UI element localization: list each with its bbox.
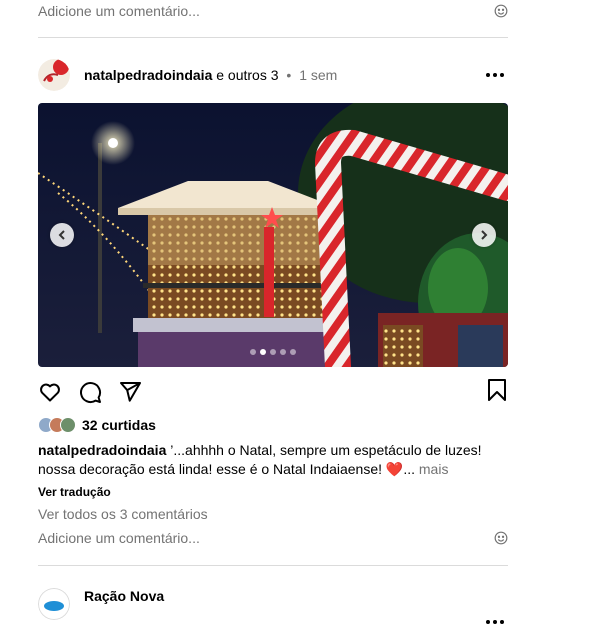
emoji-icon[interactable] xyxy=(494,531,508,545)
post-photo xyxy=(38,103,508,367)
carousel-dot xyxy=(290,349,296,355)
carousel-prev-button[interactable] xyxy=(50,223,74,247)
carousel-dots xyxy=(38,349,508,355)
caption-more-link[interactable]: mais xyxy=(419,461,449,477)
comment-icon[interactable] xyxy=(78,380,102,404)
comment-input[interactable]: Adicione um comentário... xyxy=(38,530,200,546)
carousel-dot xyxy=(260,349,266,355)
more-options-icon[interactable] xyxy=(486,620,508,624)
avatar[interactable] xyxy=(38,59,70,91)
post-header-text: Ração Nova xyxy=(84,588,164,604)
post-actions xyxy=(38,378,508,404)
translate-link[interactable]: Ver tradução xyxy=(38,485,111,499)
previous-post-comment-row[interactable]: Adicione um comentário... xyxy=(38,0,508,22)
carousel-dot xyxy=(280,349,286,355)
chevron-right-icon xyxy=(481,230,488,240)
post-divider xyxy=(38,37,508,38)
post-media-carousel[interactable] xyxy=(38,103,508,367)
post-username[interactable]: Ração Nova xyxy=(84,588,164,604)
bookmark-icon[interactable] xyxy=(486,378,508,402)
post-time[interactable]: 1 sem xyxy=(299,67,337,83)
post-header: natalpedradoindaia e outros 3 • 1 sem xyxy=(38,55,508,95)
liker-avatars xyxy=(38,417,76,433)
avatar xyxy=(60,417,76,433)
post-caption: natalpedradoindaia ’...ahhhh o Natal, se… xyxy=(38,441,508,479)
post-username[interactable]: natalpedradoindaia xyxy=(84,67,212,83)
avatar[interactable] xyxy=(38,588,70,620)
carousel-next-button[interactable] xyxy=(472,223,496,247)
post-divider xyxy=(38,565,508,566)
coauthors-link[interactable]: e outros 3 xyxy=(216,67,278,83)
likes-row[interactable]: 32 curtidas xyxy=(38,416,156,434)
comment-input[interactable]: Adicione um comentário... xyxy=(38,3,200,19)
heart-icon[interactable] xyxy=(38,380,62,404)
more-options-icon[interactable] xyxy=(486,73,508,77)
carousel-dot xyxy=(250,349,256,355)
next-post-header: Ração Nova xyxy=(38,584,508,624)
carousel-dot xyxy=(270,349,276,355)
emoji-icon[interactable] xyxy=(494,4,508,18)
chevron-left-icon xyxy=(58,230,65,240)
view-all-comments-link[interactable]: Ver todos os 3 comentários xyxy=(38,506,208,522)
separator-dot: • xyxy=(286,67,292,83)
post-header-text: natalpedradoindaia e outros 3 • 1 sem xyxy=(84,67,337,83)
likes-count[interactable]: 32 curtidas xyxy=(82,417,156,433)
add-comment-row[interactable]: Adicione um comentário... xyxy=(38,527,508,549)
caption-username[interactable]: natalpedradoindaia xyxy=(38,442,166,458)
send-icon[interactable] xyxy=(118,380,142,404)
